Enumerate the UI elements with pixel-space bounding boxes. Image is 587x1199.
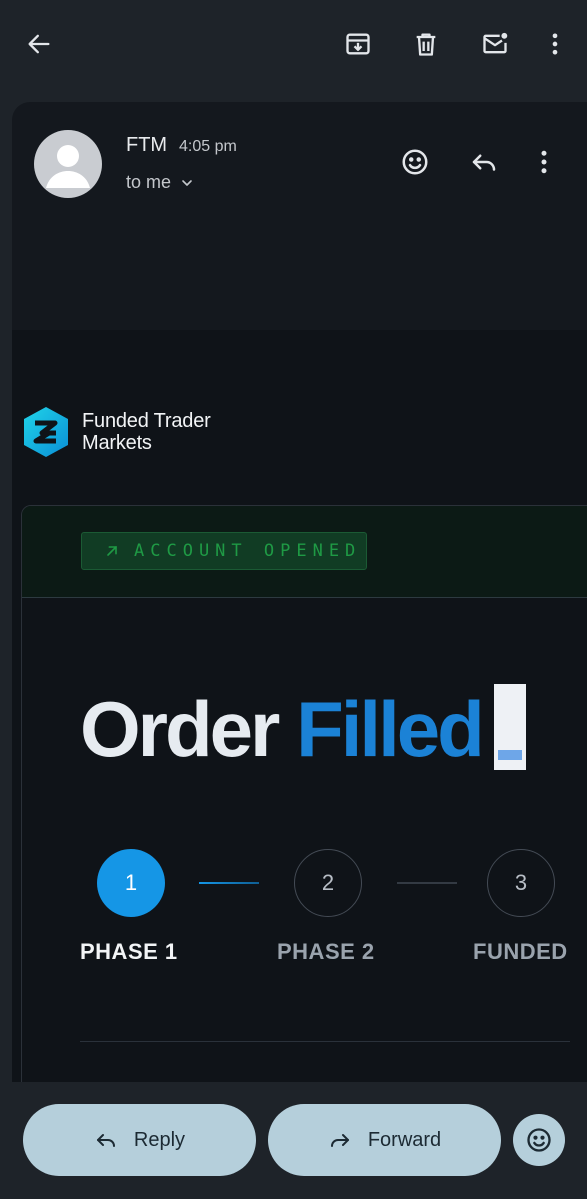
sender-name[interactable]: FTM xyxy=(126,134,167,157)
step-3-label: FUNDED xyxy=(473,939,568,964)
step-connector-1 xyxy=(199,882,259,884)
avatar[interactable] xyxy=(34,130,102,198)
emoji-icon xyxy=(527,1128,551,1152)
emoji-reaction-button[interactable] xyxy=(513,1114,565,1166)
step-2-label: PHASE 2 xyxy=(277,939,375,964)
logo-icon xyxy=(24,407,68,457)
email-panel: ACCOUNT OPENED Order Filled 1 2 3 PHASE … xyxy=(21,505,587,1082)
blinking-cursor xyxy=(493,684,526,770)
bottom-action-bar: Reply Forward xyxy=(0,1082,587,1199)
step-3-circle: 3 xyxy=(487,849,555,917)
reply-button[interactable]: Reply xyxy=(23,1104,256,1176)
archive-icon[interactable] xyxy=(338,24,378,64)
emoji-icon[interactable] xyxy=(395,142,435,182)
arrow-up-right-icon xyxy=(107,546,117,556)
divider xyxy=(80,1041,570,1042)
recipient-toggle[interactable]: to me xyxy=(126,172,195,193)
chevron-down-icon xyxy=(182,179,192,186)
reply-icon[interactable] xyxy=(464,142,504,182)
mark-unread-icon[interactable] xyxy=(475,24,515,64)
recipient-label: to me xyxy=(126,172,172,192)
received-time: 4:05 pm xyxy=(179,138,237,155)
forward-button[interactable]: Forward xyxy=(268,1104,501,1176)
step-connector-2 xyxy=(397,882,457,884)
top-app-bar xyxy=(0,0,587,90)
headline-word1: Order xyxy=(80,685,280,773)
step-1-circle: 1 xyxy=(97,849,165,917)
headline-word2: Filled xyxy=(296,685,485,773)
back-arrow-icon[interactable] xyxy=(19,24,59,64)
step-2-circle: 2 xyxy=(294,849,362,917)
forward-label: Forward xyxy=(367,1128,442,1151)
trash-icon[interactable] xyxy=(406,24,446,64)
more-vert-icon[interactable] xyxy=(524,142,564,182)
status-badge-label: ACCOUNT OPENED xyxy=(134,541,362,561)
status-badge: ACCOUNT OPENED xyxy=(81,532,367,570)
step-1-label: PHASE 1 xyxy=(80,939,178,964)
reply-label: Reply xyxy=(133,1128,186,1151)
message-card: FTM 4:05 pm to me Funded Trader Markets xyxy=(12,102,587,1082)
brand-name-line2: Markets xyxy=(82,432,152,454)
more-vert-icon[interactable] xyxy=(535,24,575,64)
brand-name-line1: Funded Trader xyxy=(82,410,211,432)
brand-logo: Funded Trader Markets xyxy=(20,405,211,459)
reply-icon xyxy=(96,1134,115,1147)
panel-header: ACCOUNT OPENED xyxy=(22,506,587,598)
email-body: Funded Trader Markets ACCOUNT OPENED Ord… xyxy=(12,330,587,1082)
headline: Order Filled xyxy=(80,684,526,775)
forward-icon xyxy=(330,1134,349,1147)
